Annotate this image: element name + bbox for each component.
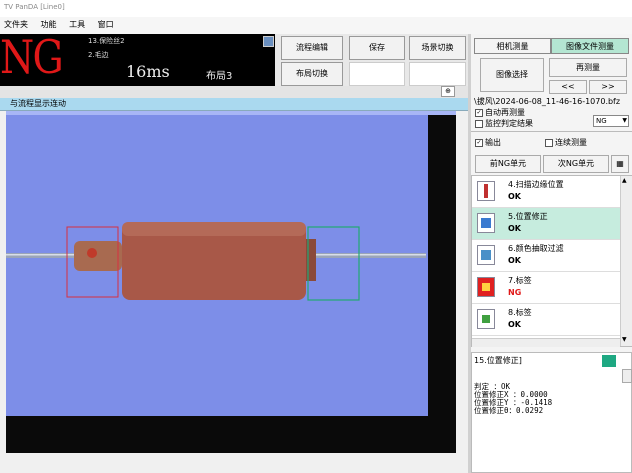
layout-name: 布局3: [206, 71, 233, 82]
scroll-down-icon[interactable]: ▼: [622, 336, 627, 343]
image-view[interactable]: [6, 111, 456, 453]
detail-pane: 15.位置修正] 判定 ：OK 位置修正X ：0.0000 位置修正Y ：-0.…: [471, 352, 632, 473]
monitor-select-value: NG: [596, 117, 607, 125]
unit-name: 5.位置修正: [508, 212, 548, 221]
toolbar-blank-2: [409, 62, 466, 86]
unit-list-hscrollbar[interactable]: [472, 338, 620, 347]
ng-unit-line2: 2.毛边: [88, 51, 109, 59]
scene-switch-button[interactable]: 场景切换: [409, 36, 466, 60]
unit-status: NG: [508, 288, 522, 297]
unit-status: OK: [508, 320, 521, 329]
toolbar-blank-1: [349, 62, 405, 86]
window-title-bar: TV PanDA [Line0]: [0, 0, 632, 17]
divider: [471, 131, 632, 132]
unit-status: OK: [508, 224, 521, 233]
result-header: NG 13.保险丝2 2.毛边 16ms 布局3: [0, 30, 275, 86]
monitor-row: 监控判定结果: [475, 118, 533, 129]
unit-status: OK: [508, 256, 521, 265]
menu-bar: 文件夹 功能 工具 窗口: [0, 17, 632, 34]
layout-switch-button[interactable]: 布局切换: [281, 62, 343, 86]
list-item[interactable]: 5.位置修正 OK: [472, 208, 620, 240]
auto-remeasure-row: ✓ 自动再测量: [475, 107, 525, 118]
window-title: TV PanDA [Line0]: [4, 3, 65, 11]
image-select-button[interactable]: 图像选择: [480, 58, 544, 92]
prev-ng-unit-button[interactable]: 前NG单元: [475, 155, 541, 173]
toolbar: 流程编辑 保存 场景切换 布局切换: [275, 34, 468, 86]
list-item[interactable]: 7.标签 NG: [472, 272, 620, 304]
output-label: 输出: [485, 138, 501, 147]
flow-link-label: 与流程显示连动: [10, 99, 66, 108]
status-area: [0, 453, 468, 473]
remeasure-button[interactable]: 再测量: [549, 58, 627, 77]
continuous-checkbox[interactable]: [545, 138, 553, 147]
unit-status: OK: [508, 192, 521, 201]
unit-name: 6.颜色抽取过滤: [508, 244, 564, 253]
prev-image-button[interactable]: <<: [549, 80, 587, 94]
menu-window[interactable]: 窗口: [98, 20, 114, 29]
save-button[interactable]: 保存: [349, 36, 405, 60]
continuous-label: 连续测量: [555, 138, 587, 147]
unit-name: 4.扫描边缘位置: [508, 180, 564, 189]
detail-status-color: [602, 355, 616, 367]
unit-list-scrollbar[interactable]: ▲ ▼: [620, 176, 632, 346]
continuous-row: 连续测量: [545, 137, 587, 148]
next-image-button[interactable]: >>: [589, 80, 627, 94]
list-item[interactable]: 8.标签 OK: [472, 304, 620, 336]
ng-unit-line1: 13.保险丝2: [88, 37, 125, 45]
flow-link-strip: 与流程显示连动: [0, 98, 468, 111]
auto-remeasure-label: 自动再测量: [485, 108, 525, 117]
position-correct-icon: [477, 213, 495, 233]
overall-result: NG: [0, 30, 64, 84]
zoom-icon[interactable]: ⊕: [441, 86, 455, 97]
menu-tools[interactable]: 工具: [69, 20, 85, 29]
monitor-label: 监控判定结果: [485, 119, 533, 128]
label-icon: [477, 277, 495, 297]
tab-image-file-measure[interactable]: 图像文件测量: [551, 38, 629, 54]
right-panel: 相机测量 图像文件测量 图像选择 再测量 << >> \拔风\2024-06-0…: [471, 34, 632, 473]
output-row: ✓ 输出: [475, 137, 501, 148]
image-path: \拔风\2024-06-08_11-46-16-1070.bfz: [474, 97, 621, 106]
monitor-select[interactable]: NG ▼: [593, 115, 629, 127]
chevron-down-icon: ▼: [622, 117, 627, 124]
monitor-checkbox[interactable]: [475, 119, 483, 128]
output-checkbox[interactable]: ✓: [475, 138, 483, 147]
detail-scrollbar[interactable]: [622, 369, 632, 383]
label-icon: [477, 309, 495, 329]
detail-line: 位置修正θ：0.0292: [474, 406, 544, 415]
tab-camera-measure[interactable]: 相机测量: [474, 38, 551, 54]
menu-folder[interactable]: 文件夹: [4, 20, 28, 29]
view-toolbar: ⊕: [0, 86, 468, 98]
unit-name: 7.标签: [508, 276, 532, 285]
auto-remeasure-checkbox[interactable]: ✓: [475, 108, 483, 117]
edge-scan-icon: [477, 181, 495, 201]
list-item[interactable]: 6.颜色抽取过滤 OK: [472, 240, 620, 272]
image-icon[interactable]: [263, 36, 274, 47]
scroll-up-icon[interactable]: ▲: [622, 177, 627, 184]
inspection-image: [6, 111, 456, 453]
unit-list-icon[interactable]: ▦: [611, 155, 629, 173]
unit-list: 4.扫描边缘位置 OK 5.位置修正 OK 6.颜色抽取过滤 OK 7.标签 N…: [471, 175, 632, 347]
menu-function[interactable]: 功能: [41, 20, 57, 29]
unit-name: 8.标签: [508, 308, 532, 317]
detail-title: 15.位置修正]: [474, 356, 522, 365]
color-extract-icon: [477, 245, 495, 265]
next-ng-unit-button[interactable]: 次NG单元: [543, 155, 609, 173]
list-item[interactable]: 4.扫描边缘位置 OK: [472, 176, 620, 208]
flow-edit-button[interactable]: 流程编辑: [281, 36, 343, 60]
processing-time: 16ms: [126, 62, 170, 81]
